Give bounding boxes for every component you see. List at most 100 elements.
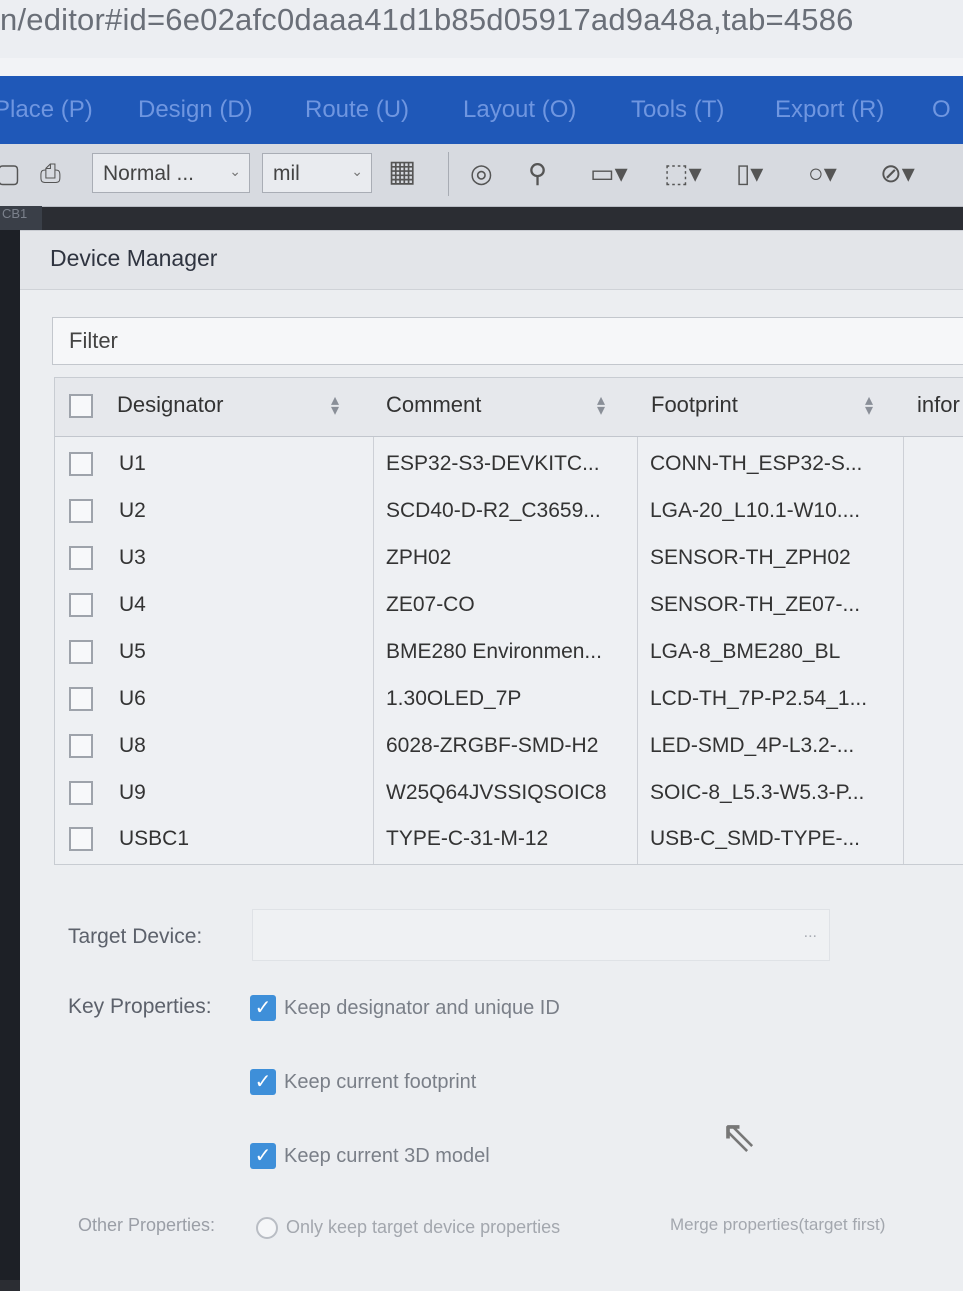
url-text: n/editor#id=6e02afc0daaa41d1b85d05917ad9… — [0, 2, 854, 37]
sort-icon[interactable]: ▴ ▾ — [865, 393, 873, 419]
device-manager-dialog: Device Manager Filter Designator ▴ ▾ Comm… — [20, 230, 963, 1291]
filter-input[interactable]: Filter — [52, 317, 963, 365]
rect-icon[interactable]: ▭▾ — [590, 158, 628, 189]
table-row[interactable]: U4 ZE07-CO SENSOR-TH_ZE07-... — [55, 583, 963, 629]
footprint-cell: LGA-8_BME280_BL — [650, 640, 841, 663]
sort-icon[interactable]: ▴ ▾ — [597, 393, 605, 419]
pin-icon[interactable]: ⚲ — [528, 158, 547, 189]
poly-icon[interactable]: ⬚▾ — [664, 158, 702, 189]
row-checkbox[interactable] — [69, 546, 93, 570]
left-panel-strip — [0, 206, 20, 1280]
comment-cell: TYPE-C-31-M-12 — [386, 827, 549, 850]
row-checkbox[interactable] — [69, 687, 93, 711]
chevron-down-icon: ⌄ — [351, 163, 363, 179]
menu-route[interactable]: Route (U) — [305, 96, 409, 124]
region-icon[interactable]: ▯▾ — [736, 158, 763, 189]
designator-cell: U8 — [119, 734, 146, 757]
footprint-cell: CONN-TH_ESP32-S... — [650, 452, 863, 475]
comment-cell: ESP32-S3-DEVKITC... — [386, 452, 600, 475]
table-row[interactable]: U1 ESP32-S3-DEVKITC... CONN-TH_ESP32-S..… — [55, 442, 963, 488]
column-header-footprint[interactable]: Footprint — [651, 392, 738, 418]
other-properties-label: Other Properties: — [78, 1215, 216, 1235]
column-header-comment[interactable]: Comment — [386, 392, 481, 418]
row-checkbox[interactable] — [69, 781, 93, 805]
menu-tools[interactable]: Tools (T) — [631, 96, 724, 124]
checkbox-keep-footprint[interactable]: ✓ — [250, 1069, 276, 1095]
designator-cell: U5 — [119, 640, 146, 663]
device-table: Designator ▴ ▾ Comment ▴ ▾ Footprint ▴ ▾ in… — [54, 377, 963, 865]
unit-select-value: mil — [273, 162, 300, 185]
radio-only-keep-target[interactable] — [256, 1217, 278, 1239]
designator-cell: U4 — [119, 593, 146, 616]
table-row[interactable]: U6 1.30OLED_7P LCD-TH_7P-P2.54_1... — [55, 677, 963, 723]
sort-icon[interactable]: ▴ ▾ — [331, 393, 339, 419]
key-properties-label: Key Properties: — [68, 995, 212, 1018]
table-row[interactable]: USBC1 TYPE-C-31-M-12 USB-C_SMD-TYPE-... — [55, 817, 963, 863]
option-only-keep-target: Only keep target device properties — [286, 1217, 561, 1237]
no-entry-icon[interactable]: ⊘▾ — [880, 158, 915, 189]
select-all-checkbox[interactable] — [69, 394, 93, 418]
comment-cell: ZPH02 — [386, 546, 452, 569]
table-row[interactable]: U9 W25Q64JVSSIQSOIC8 SOIC-8_L5.3-W5.3-P.… — [55, 771, 963, 817]
checkbox-keep-designator[interactable]: ✓ — [250, 995, 276, 1021]
dialog-title: Device Manager — [50, 245, 218, 271]
row-checkbox[interactable] — [69, 734, 93, 758]
row-checkbox[interactable] — [69, 593, 93, 617]
table-row[interactable]: U2 SCD40-D-R2_C3659... LGA-20_L10.1-W10.… — [55, 489, 963, 535]
row-checkbox[interactable] — [69, 499, 93, 523]
designator-cell: U1 — [119, 452, 146, 475]
menu-layout[interactable]: Layout (O) — [463, 96, 576, 124]
option-keep-footprint: Keep current footprint — [284, 1071, 477, 1093]
browser-gap — [0, 58, 963, 76]
table-row[interactable]: U5 BME280 Environmen... LGA-8_BME280_BL — [55, 630, 963, 676]
menu-bar: Place (P) Design (D) Route (U) Layout (O… — [0, 76, 963, 144]
row-checkbox[interactable] — [69, 452, 93, 476]
designator-cell: USBC1 — [119, 827, 190, 850]
grid-icon[interactable]: ▦ — [388, 154, 416, 189]
via-icon[interactable]: ◎ — [470, 158, 493, 189]
unit-select[interactable]: mil ⌄ — [262, 153, 372, 193]
row-checkbox[interactable] — [69, 827, 93, 851]
mode-select-value: Normal ... — [103, 162, 195, 185]
target-device-label: Target Device: — [68, 925, 203, 948]
mouse-cursor-icon: ⇖ — [720, 1112, 757, 1161]
mode-select[interactable]: Normal ... ⌄ — [92, 153, 250, 193]
table-row[interactable]: U8 6028-ZRGBF-SMD-H2 LED-SMD_4P-L3.2-... — [55, 724, 963, 770]
filter-placeholder: Filter — [69, 328, 118, 353]
chevron-down-icon: ⌄ — [229, 163, 241, 179]
option-merge-properties[interactable]: Merge properties(target first) — [670, 1215, 885, 1235]
designator-cell: U2 — [119, 499, 146, 522]
menu-design[interactable]: Design (D) — [138, 96, 253, 124]
comment-cell: SCD40-D-R2_C3659... — [386, 499, 601, 522]
footprint-cell: LGA-20_L10.1-W10.... — [650, 499, 861, 522]
footprint-cell: LCD-TH_7P-P2.54_1... — [650, 687, 868, 710]
dialog-header: Device Manager — [20, 231, 963, 290]
menu-other[interactable]: O — [932, 96, 951, 124]
layer-icon[interactable]: ▢ — [0, 158, 21, 189]
circle-icon[interactable]: ○▾ — [808, 158, 837, 189]
designator-cell: U9 — [119, 781, 146, 804]
print-icon[interactable]: ⎙ — [40, 158, 61, 190]
column-header-info[interactable]: infor — [917, 392, 960, 418]
pcb-tab[interactable]: CB1 — [0, 206, 42, 230]
column-header-designator[interactable]: Designator — [117, 392, 223, 418]
target-device-input[interactable]: ... — [252, 909, 830, 961]
comment-cell: BME280 Environmen... — [386, 640, 602, 663]
table-row[interactable]: U3 ZPH02 SENSOR-TH_ZPH02 — [55, 536, 963, 582]
footprint-cell: LED-SMD_4P-L3.2-... — [650, 734, 855, 757]
row-checkbox[interactable] — [69, 640, 93, 664]
designator-cell: U6 — [119, 687, 146, 710]
toolbar: ▢ ⎙ Normal ... ⌄ mil ⌄ ▦ ◎ ⚲ ▭▾ ⬚▾ ▯▾ ○▾… — [0, 144, 963, 207]
address-bar[interactable]: n/editor#id=6e02afc0daaa41d1b85d05917ad9… — [0, 0, 963, 58]
footprint-cell: SENSOR-TH_ZPH02 — [650, 546, 851, 569]
footprint-cell: SOIC-8_L5.3-W5.3-P... — [650, 781, 865, 804]
menu-place[interactable]: Place (P) — [0, 96, 93, 124]
checkbox-keep-3d-model[interactable]: ✓ — [250, 1143, 276, 1169]
option-keep-3d-model: Keep current 3D model — [284, 1145, 490, 1167]
comment-cell: W25Q64JVSSIQSOIC8 — [386, 781, 607, 804]
browse-button[interactable]: ... — [804, 924, 817, 942]
comment-cell: 6028-ZRGBF-SMD-H2 — [386, 734, 599, 757]
footprint-cell: USB-C_SMD-TYPE-... — [650, 827, 861, 850]
comment-cell: ZE07-CO — [386, 593, 475, 616]
menu-export[interactable]: Export (R) — [775, 96, 884, 124]
